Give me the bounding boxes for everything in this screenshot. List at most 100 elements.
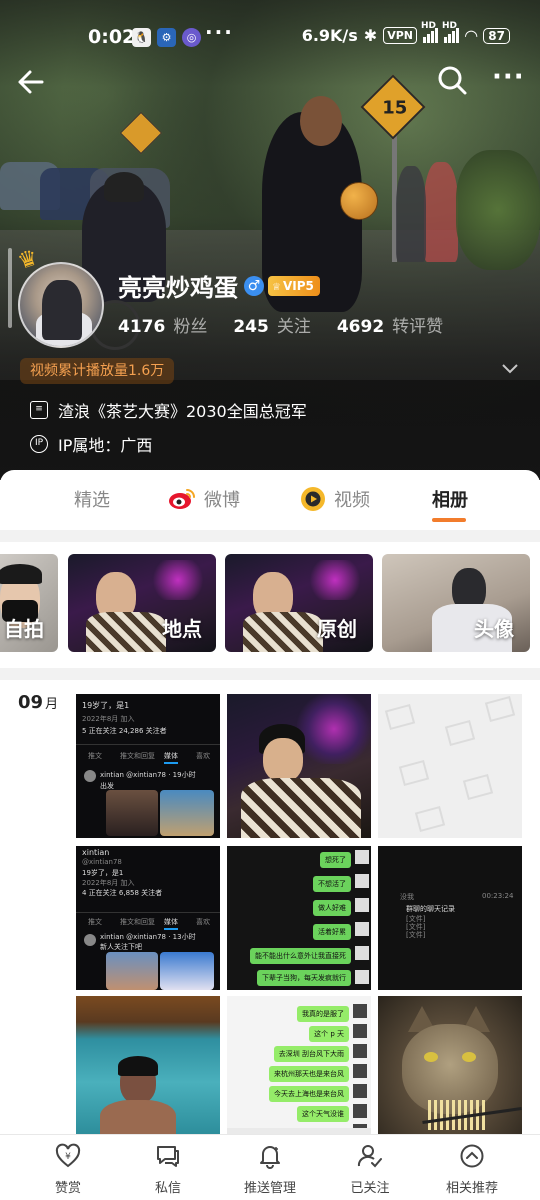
p1-tab1: 推文 [88,752,102,760]
weibo-icon [169,489,195,509]
p4-tab1: 推文 [88,918,102,926]
p4-tab2: 推文和回复 [120,918,155,926]
cover-bush [456,150,540,270]
bell-icon [260,1146,280,1169]
album-selfie[interactable]: 自拍 [0,554,58,652]
tab-video-label: 视频 [334,490,370,511]
search-button[interactable] [436,64,468,96]
recommend-label: 相关推荐 [445,1181,498,1196]
followed-button[interactable]: 已关注 [320,1143,420,1196]
avatar-image [18,262,104,348]
vip-label: VIP5 [282,279,314,293]
status-more-dots: ··· [205,20,234,44]
following-stat[interactable]: 245 关注 [233,312,311,337]
p4-text: 新人关注下吧 [100,943,142,951]
ip-row: IP IP属地：广西 [30,432,152,456]
album-selfie-label: 自拍 [4,617,44,641]
p4-avatar [84,934,96,946]
expand-profile-button[interactable] [500,360,520,381]
album-original[interactable]: 原创 [225,554,373,652]
p1-avatar [84,770,96,782]
p4-tab-underline [164,928,178,930]
p1-tab2: 推文和回复 [120,752,155,760]
cover-runner-head [300,96,342,146]
back-button[interactable] [14,64,50,100]
album-avatar[interactable]: 头像 [382,554,530,652]
bio-text: 渣浪《茶艺大赛》2030全国总冠军 [58,402,307,421]
search-icon [438,66,467,95]
p5-bubble-1: 想死了 [320,852,351,868]
p8-bubble-3: 去深圳 刮台风下大雨 [273,1046,349,1062]
album-original-label: 原创 [317,617,357,641]
p5-bubble-3: 做人好难 [313,900,351,916]
p8-bubble-4: 来杭州那天也是来台风 [269,1066,349,1082]
photo-twitter-profile-1[interactable]: 19岁了，是1 2022年8月 加入 5 正在关注 24,286 关注者 推文 … [76,694,220,838]
followed-label: 已关注 [350,1181,390,1196]
status-bar: 0:02 🐧 ⚙ ◎ ··· 6.9K/s ✱ VPN HD HD ◠ 87 [0,18,540,58]
followers-stat[interactable]: 4176 粉丝 [118,312,207,337]
p2-lights [297,694,371,764]
p2-face [263,738,303,782]
hd-label-1: HD [420,21,436,31]
more-button[interactable]: ··· [492,64,524,96]
ip-location-text: IP属地：广西 [58,436,153,455]
chevron-down-icon [502,364,518,374]
p4-line2: 2022年8月 加入 [82,879,135,887]
photo-chat-screenshot-2[interactable]: 我真的是服了 这个 p 天 去深圳 刮台风下大雨 来杭州那天也是来台风 今天去上… [227,996,371,1140]
p1-user: xintian @xintian78 · 19小时 [100,771,196,779]
p8-bubble-6: 这个天气没谁 [297,1106,349,1122]
video-icon [301,487,325,511]
arrow-left-icon [18,70,44,94]
cover-pedestrian-2 [396,166,426,262]
network-speed: 6.9K/s [301,26,358,45]
reward-button[interactable]: ¥ 赞赏 [18,1143,118,1196]
cover-basketball [340,182,378,220]
signal-2-icon: HD [442,22,459,43]
photo-placeholder[interactable] [378,694,522,838]
qq-icon: 🐧 [132,28,151,47]
p6-time: 00:23:24 [482,892,514,900]
profile-name: 亮亮炒鸡蛋 [118,274,238,302]
photo-chat-record[interactable]: 没我 00:23:24 群聊的聊天记录 [文件] [文件] [文件] [378,846,522,990]
weibo-profile-page: 15 0:02 🐧 ⚙ ◎ ··· 6.9K/s ✱ VPN HD HD ◠ 8… [0,0,540,1200]
p5-bubble-5: 能不能出什么意外让我直接死 [250,948,351,964]
recommend-button[interactable]: 相关推荐 [422,1143,522,1196]
p9-cat-eye-left [424,1052,438,1062]
likes-label: 转评赞 [392,317,444,337]
photo-cat[interactable] [378,996,522,1140]
album-location-lights [148,560,208,600]
tab-album[interactable]: 相册 [432,486,468,512]
push-settings-label: 推送管理 [243,1181,296,1196]
svg-text:¥: ¥ [65,1152,71,1162]
photo-pool[interactable] [76,996,220,1140]
photo-chat-screenshot-1[interactable]: 想死了 不想活了 做人好难 活着好累 能不能出什么意外让我直接死 下辈子当狗，每… [227,846,371,990]
p4-img-2 [160,952,214,990]
p1-tab3: 媒体 [164,752,178,760]
p6-line3: [文件] [406,931,426,939]
vip-badge[interactable]: ♕ VIP5 [268,276,320,296]
p1-img-2 [160,790,214,836]
album-original-lights [305,560,365,600]
tab-weibo[interactable]: 微博 [168,486,240,512]
video-play-count-badge[interactable]: 视频累计播放量1.6万 [20,358,175,384]
album-location[interactable]: 地点 [68,554,216,652]
avatar[interactable] [18,262,104,348]
photo-portrait-night[interactable] [227,694,371,838]
p4-handle2: @xintian78 [82,858,122,866]
tab-featured[interactable]: 精选 [74,486,110,512]
message-button[interactable]: 私信 [118,1143,218,1196]
likes-stat[interactable]: 4692 转评赞 [337,312,443,337]
status-right-group: 6.9K/s ✱ VPN HD HD ◠ 87 [301,22,510,45]
p1-line1: 19岁了，是1 [82,701,130,710]
tab-video[interactable]: 视频 [300,486,370,512]
hd-label-2: HD [441,21,457,31]
p1-tab4: 喜欢 [196,752,210,760]
document-icon: ≡ [30,401,48,419]
p4-tab4: 喜欢 [196,918,210,926]
photo-twitter-profile-2[interactable]: xintian @xintian78 19岁了，是1 2022年8月 加入 4 … [76,846,220,990]
push-settings-button[interactable]: 推送管理 [220,1143,320,1196]
album-original-shirt [243,612,323,652]
p1-tab-underline [164,762,178,764]
speed-sign-number: 15 [382,97,408,119]
p6-title: 群聊的聊天记录 [406,905,455,913]
